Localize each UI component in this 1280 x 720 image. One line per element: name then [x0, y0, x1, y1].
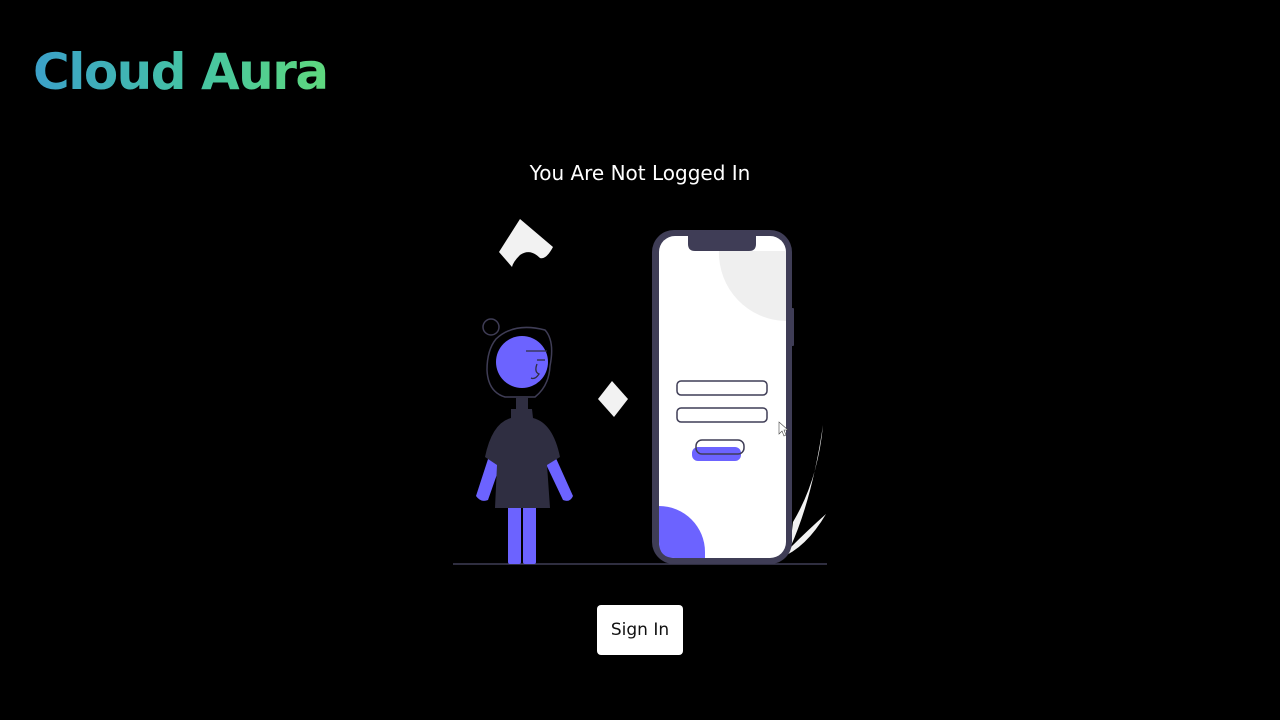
phone-input-field — [676, 407, 768, 423]
floating-diamond — [598, 381, 628, 417]
leaf — [790, 425, 823, 548]
login-required-page: Cloud Aura You Are Not Logged In Sign In — [0, 0, 1280, 720]
floating-shape — [499, 219, 553, 267]
login-illustration — [453, 219, 827, 565]
brand-logo[interactable]: Cloud Aura — [33, 38, 329, 106]
page-title: You Are Not Logged In — [529, 161, 751, 185]
phone-input-field — [676, 380, 768, 396]
person-figure — [476, 318, 573, 564]
phone-side-button — [791, 308, 794, 346]
phone-notch — [688, 236, 756, 251]
sign-in-button[interactable]: Sign In — [597, 605, 683, 655]
